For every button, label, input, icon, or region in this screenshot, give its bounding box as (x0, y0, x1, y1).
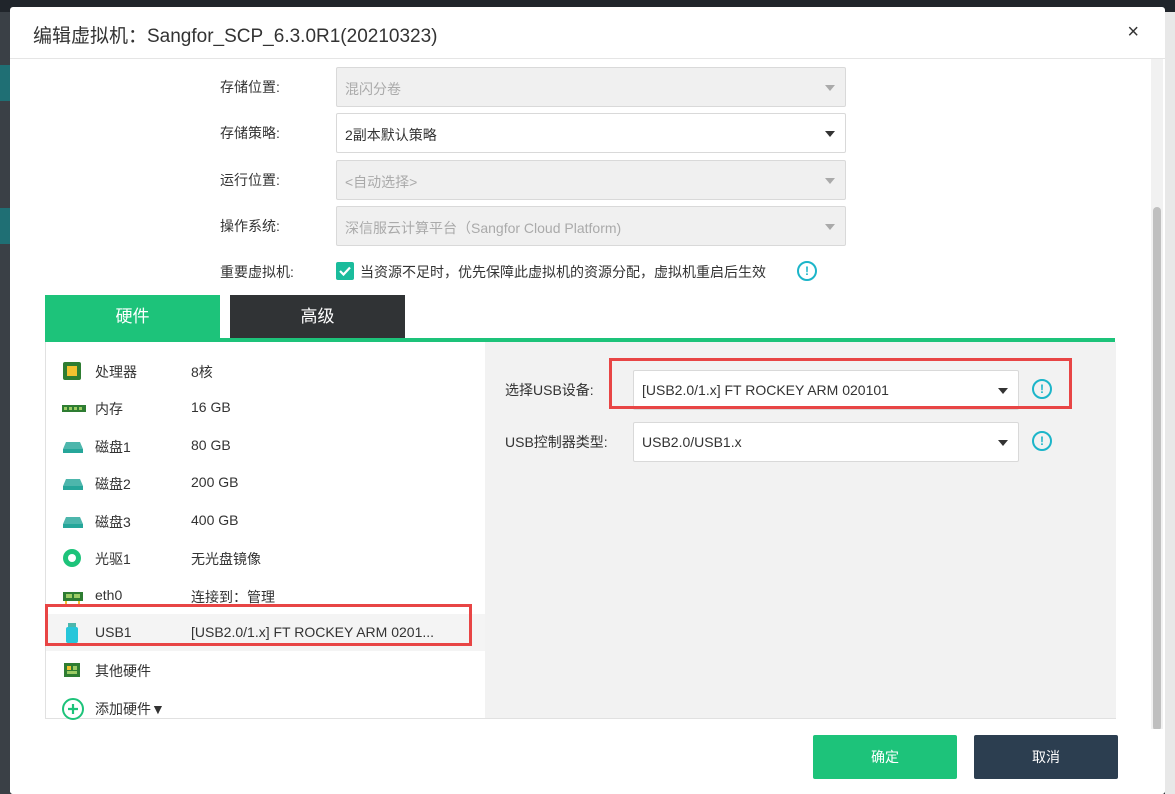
hardware-item-disk3[interactable]: 磁盘3 400 GB (46, 502, 485, 539)
run-location-row: 运行位置: <自动选择> (10, 160, 1165, 200)
other-hardware-icon (62, 660, 82, 680)
hardware-name: 磁盘2 (95, 476, 131, 492)
cpu-icon (62, 361, 82, 381)
usb-device-label: 选择USB设备: (505, 382, 594, 398)
chevron-down-icon (825, 224, 835, 230)
tab-bar: 硬件 高级 (45, 295, 1115, 342)
hardware-name: 内存 (95, 401, 123, 417)
edit-vm-dialog: 编辑虚拟机：Sangfor_SCP_6.3.0R1(20210323) × 存储… (10, 7, 1165, 794)
storage-policy-row: 存储策略: 2副本默认策略 (10, 113, 1165, 153)
hardware-name: 光驱1 (95, 551, 131, 567)
os-label: 操作系统: (220, 218, 280, 234)
run-location-label: 运行位置: (220, 172, 280, 188)
info-icon[interactable]: ! (797, 261, 817, 281)
usb-controller-label: USB控制器类型: (505, 434, 608, 450)
highlight-box (609, 358, 1072, 409)
dialog-title: 编辑虚拟机：Sangfor_SCP_6.3.0R1(20210323) (33, 26, 438, 47)
run-location-value: <自动选择> (345, 174, 418, 190)
hardware-item-other[interactable]: 其他硬件 (46, 651, 485, 688)
os-value: 深信服云计算平台（Sangfor Cloud Platform) (345, 220, 622, 236)
storage-policy-label: 存储策略: (220, 125, 280, 141)
hardware-value: 200 GB (191, 474, 239, 490)
add-icon (62, 698, 84, 720)
dialog-footer: 确定 取消 (10, 729, 1165, 794)
cdrom-icon (62, 548, 82, 568)
hardware-value: 16 GB (191, 399, 231, 415)
chevron-down-icon (825, 85, 835, 91)
storage-policy-value: 2副本默认策略 (345, 127, 437, 143)
hardware-name: eth0 (95, 587, 123, 603)
hardware-list: 处理器 8核 内存 16 GB 磁盘1 80 GB 磁盘2 200 GB 磁盘3 (46, 342, 485, 720)
hardware-item-cdrom[interactable]: 光驱1 无光盘镜像 (46, 539, 485, 576)
disk-icon (62, 436, 83, 456)
scrollbar-thumb[interactable] (1153, 207, 1161, 731)
hardware-value: 无光盘镜像 (191, 551, 261, 567)
important-vm-checkbox[interactable] (336, 262, 354, 280)
disk-icon (62, 473, 83, 493)
storage-location-label: 存储位置: (220, 79, 280, 95)
usb-controller-select[interactable]: USB2.0/USB1.x (633, 422, 1019, 462)
storage-location-select: 混闪分卷 (336, 67, 846, 107)
usb-controller-value: USB2.0/USB1.x (642, 434, 742, 450)
hardware-item-cpu[interactable]: 处理器 8核 (46, 352, 485, 389)
storage-location-row: 存储位置: 混闪分卷 (10, 67, 1165, 107)
chevron-down-icon (825, 131, 835, 137)
hardware-item-disk2[interactable]: 磁盘2 200 GB (46, 464, 485, 501)
ok-button[interactable]: 确定 (813, 735, 957, 779)
important-vm-label: 重要虚拟机: (220, 264, 294, 280)
hardware-name: 其他硬件 (95, 663, 151, 679)
important-vm-row: 重要虚拟机: 当资源不足时，优先保障此虚拟机的资源分配，虚拟机重启后生效 ! (10, 260, 1165, 284)
background-stripe (0, 208, 10, 244)
background-stripe (0, 65, 10, 101)
chevron-down-icon (825, 178, 835, 184)
cancel-button[interactable]: 取消 (974, 735, 1118, 779)
hardware-item-memory[interactable]: 内存 16 GB (46, 389, 485, 426)
info-icon[interactable]: ! (1032, 431, 1052, 451)
hardware-name: 处理器 (95, 364, 137, 380)
hardware-value: 400 GB (191, 512, 239, 528)
memory-icon (62, 398, 86, 418)
important-vm-text: 当资源不足时，优先保障此虚拟机的资源分配，虚拟机重启后生效 (360, 264, 766, 280)
checkmark-icon (339, 266, 351, 277)
run-location-select: <自动选择> (336, 160, 846, 200)
hardware-value: 80 GB (191, 437, 231, 453)
tab-hardware[interactable]: 硬件 (45, 295, 220, 338)
background-app-right (1165, 12, 1175, 794)
hardware-item-disk1[interactable]: 磁盘1 80 GB (46, 427, 485, 464)
storage-policy-select[interactable]: 2副本默认策略 (336, 113, 846, 153)
add-hardware-button[interactable]: 添加硬件▼ (46, 689, 485, 726)
hardware-name: 磁盘3 (95, 514, 131, 530)
hardware-value: 8核 (191, 364, 213, 380)
close-icon[interactable]: × (1127, 21, 1139, 43)
disk-icon (62, 511, 83, 531)
dialog-header: 编辑虚拟机：Sangfor_SCP_6.3.0R1(20210323) × (10, 7, 1165, 59)
os-row: 操作系统: 深信服云计算平台（Sangfor Cloud Platform) (10, 206, 1165, 246)
os-select: 深信服云计算平台（Sangfor Cloud Platform) (336, 206, 846, 246)
add-hardware-label: 添加硬件▼ (95, 701, 165, 717)
hardware-name: 磁盘1 (95, 439, 131, 455)
tab-advanced[interactable]: 高级 (230, 295, 405, 338)
background-app-left (0, 12, 10, 794)
nic-icon (62, 586, 83, 606)
storage-location-value: 混闪分卷 (345, 81, 401, 97)
highlight-box (45, 604, 472, 646)
chevron-down-icon (998, 440, 1008, 446)
